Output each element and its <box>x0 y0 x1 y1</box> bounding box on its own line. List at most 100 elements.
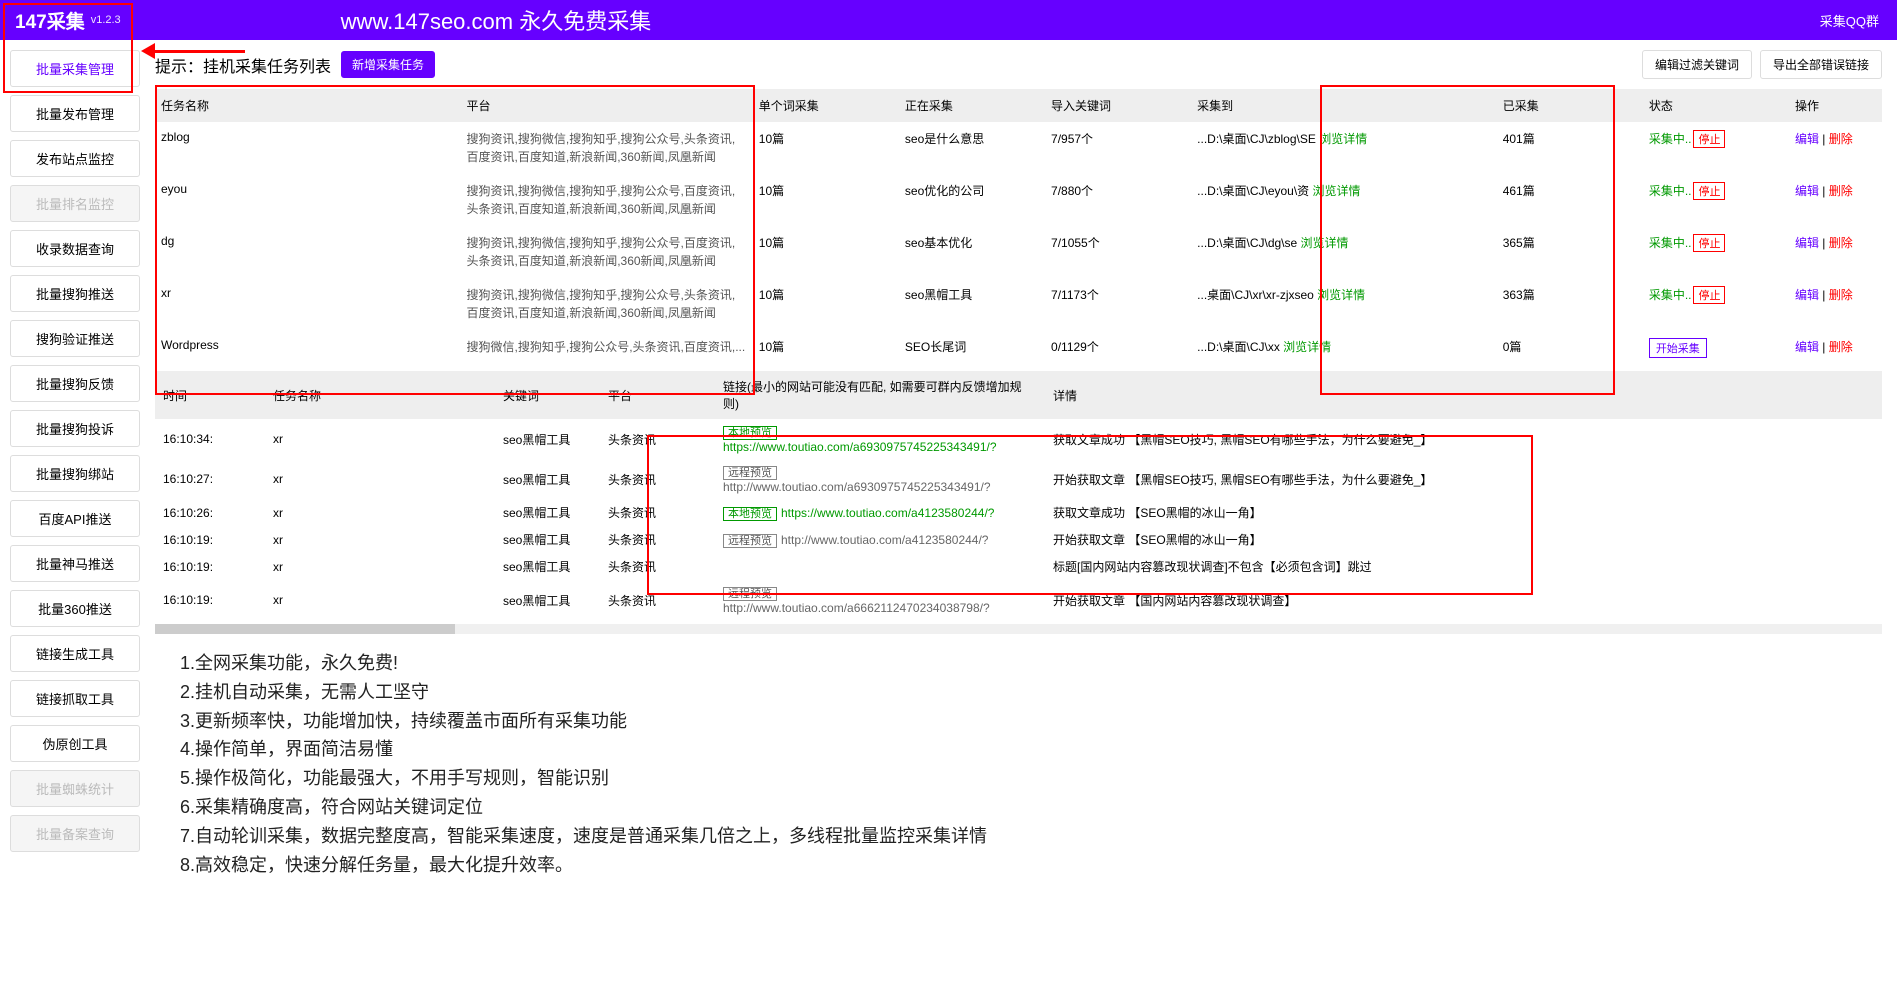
feature-item: 6.采集精确度高，符合网站关键词定位 <box>180 793 1882 822</box>
new-task-button[interactable]: 新增采集任务 <box>341 51 435 78</box>
log-platform: 头条资讯 <box>600 526 715 553</box>
log-scrollbar[interactable] <box>155 624 1882 634</box>
cell-platform: 搜狗资讯,搜狗微信,搜狗知乎,搜狗公众号,百度资讯,头条资讯,百度知道,新浪新闻… <box>461 226 753 278</box>
sidebar-item[interactable]: 收录数据查询 <box>10 230 140 267</box>
lcol-platform: 平台 <box>600 371 715 419</box>
log-time: 16:10:27: <box>155 459 265 499</box>
sidebar-item[interactable]: 批量采集管理 <box>10 50 140 87</box>
log-url[interactable]: https://www.toutiao.com/a4123580244/? <box>781 506 994 520</box>
log-task: xr <box>265 553 495 580</box>
sidebar-item[interactable]: 百度API推送 <box>10 500 140 537</box>
log-link: 远程预览http://www.toutiao.com/a693097574522… <box>715 459 1045 499</box>
log-time: 16:10:26: <box>155 499 265 526</box>
sidebar-item[interactable]: 批量搜狗反馈 <box>10 365 140 402</box>
sidebar-item[interactable]: 伪原创工具 <box>10 725 140 762</box>
cell-current: seo优化的公司 <box>899 174 1045 226</box>
delete-link[interactable]: 删除 <box>1829 288 1853 302</box>
log-task: xr <box>265 499 495 526</box>
tag-remote: 远程预览 <box>723 587 777 601</box>
delete-link[interactable]: 删除 <box>1829 132 1853 146</box>
task-row: Wordpress搜狗微信,搜狗知乎,搜狗公众号,头条资讯,百度资讯,...10… <box>155 330 1882 366</box>
log-keyword: seo黑帽工具 <box>495 499 600 526</box>
cell-action: 编辑 | 删除 <box>1789 330 1882 366</box>
edit-link[interactable]: 编辑 <box>1795 184 1819 198</box>
log-task: xr <box>265 459 495 499</box>
col-collected: 已采集 <box>1497 89 1643 122</box>
cell-dest: ...桌面\CJ\xr\xr-zjxseo 浏览详情 <box>1191 278 1497 330</box>
cell-collected: 363篇 <box>1497 278 1643 330</box>
stop-button[interactable]: 停止 <box>1693 130 1725 148</box>
lcol-keyword: 关键词 <box>495 371 600 419</box>
delete-link[interactable]: 删除 <box>1829 340 1853 354</box>
start-button[interactable]: 开始采集 <box>1649 338 1707 358</box>
cell-action: 编辑 | 删除 <box>1789 278 1882 330</box>
edit-link[interactable]: 编辑 <box>1795 132 1819 146</box>
log-url[interactable]: https://www.toutiao.com/a693097574522534… <box>723 440 997 454</box>
cell-action: 编辑 | 删除 <box>1789 122 1882 174</box>
log-keyword: seo黑帽工具 <box>495 553 600 580</box>
cell-action: 编辑 | 删除 <box>1789 226 1882 278</box>
edit-link[interactable]: 编辑 <box>1795 288 1819 302</box>
cell-dest: ...D:\桌面\CJ\dg\se 浏览详情 <box>1191 226 1497 278</box>
app-version: v1.2.3 <box>91 14 121 26</box>
sidebar-item[interactable]: 批量搜狗推送 <box>10 275 140 312</box>
col-current: 正在采集 <box>899 89 1045 122</box>
sidebar-item[interactable]: 批量发布管理 <box>10 95 140 132</box>
browse-link[interactable]: 浏览详情 <box>1301 236 1349 250</box>
log-keyword: seo黑帽工具 <box>495 459 600 499</box>
cell-status: 采集中..停止 <box>1643 278 1789 330</box>
cell-collected: 461篇 <box>1497 174 1643 226</box>
export-errors-button[interactable]: 导出全部错误链接 <box>1760 50 1882 79</box>
edit-link[interactable]: 编辑 <box>1795 340 1819 354</box>
log-platform: 头条资讯 <box>600 459 715 499</box>
log-url[interactable]: http://www.toutiao.com/a4123580244/? <box>781 533 988 547</box>
log-link: 本地预览https://www.toutiao.com/a4123580244/… <box>715 499 1045 526</box>
stop-button[interactable]: 停止 <box>1693 286 1725 304</box>
stop-button[interactable]: 停止 <box>1693 234 1725 252</box>
sidebar-item[interactable]: 发布站点监控 <box>10 140 140 177</box>
cell-status: 采集中..停止 <box>1643 226 1789 278</box>
sidebar-item[interactable]: 链接抓取工具 <box>10 680 140 717</box>
sidebar-item[interactable]: 批量360推送 <box>10 590 140 627</box>
sidebar-item[interactable]: 批量搜狗投诉 <box>10 410 140 447</box>
log-time: 16:10:19: <box>155 580 265 620</box>
feature-item: 3.更新频率快，功能增加快，持续覆盖市面所有采集功能 <box>180 707 1882 736</box>
sidebar-item[interactable]: 链接生成工具 <box>10 635 140 672</box>
cell-name: eyou <box>155 174 461 226</box>
log-url[interactable]: http://www.toutiao.com/a6930975745225343… <box>723 480 991 494</box>
log-url[interactable]: http://www.toutiao.com/a6662112470234038… <box>723 601 990 615</box>
log-row: 16:10:19:xrseo黑帽工具头条资讯远程预览http://www.tou… <box>155 580 1882 620</box>
cell-collected: 0篇 <box>1497 330 1643 366</box>
cell-single: 10篇 <box>753 330 899 366</box>
edit-link[interactable]: 编辑 <box>1795 236 1819 250</box>
qq-group-link[interactable]: 采集QQ群 <box>1820 11 1879 30</box>
sidebar-item[interactable]: 批量搜狗绑站 <box>10 455 140 492</box>
app-logo: 147采集 <box>15 7 85 34</box>
task-row: zblog搜狗资讯,搜狗微信,搜狗知乎,搜狗公众号,头条资讯,百度资讯,百度知道… <box>155 122 1882 174</box>
cell-import: 7/1055个 <box>1045 226 1191 278</box>
stop-button[interactable]: 停止 <box>1693 182 1725 200</box>
cell-current: seo黑帽工具 <box>899 278 1045 330</box>
filter-keywords-button[interactable]: 编辑过滤关键词 <box>1642 50 1752 79</box>
sidebar-item: 批量备案查询 <box>10 815 140 852</box>
delete-link[interactable]: 删除 <box>1829 236 1853 250</box>
log-platform: 头条资讯 <box>600 580 715 620</box>
log-detail: 开始获取文章 【SEO黑帽的冰山一角】 <box>1045 526 1882 553</box>
log-keyword: seo黑帽工具 <box>495 580 600 620</box>
task-table: 任务名称 平台 单个词采集 正在采集 导入关键词 采集到 已采集 状态 操作 z… <box>155 89 1882 366</box>
delete-link[interactable]: 删除 <box>1829 184 1853 198</box>
sidebar: 批量采集管理批量发布管理发布站点监控批量排名监控收录数据查询批量搜狗推送搜狗验证… <box>0 40 150 889</box>
browse-link[interactable]: 浏览详情 <box>1283 340 1331 354</box>
log-keyword: seo黑帽工具 <box>495 526 600 553</box>
sidebar-item[interactable]: 搜狗验证推送 <box>10 320 140 357</box>
lcol-detail: 详情 <box>1045 371 1882 419</box>
cell-collected: 401篇 <box>1497 122 1643 174</box>
feature-item: 8.高效稳定，快速分解任务量，最大化提升效率。 <box>180 851 1882 880</box>
browse-link[interactable]: 浏览详情 <box>1317 288 1365 302</box>
task-row: dg搜狗资讯,搜狗微信,搜狗知乎,搜狗公众号,百度资讯,头条资讯,百度知道,新浪… <box>155 226 1882 278</box>
sidebar-item[interactable]: 批量神马推送 <box>10 545 140 582</box>
browse-link[interactable]: 浏览详情 <box>1319 132 1367 146</box>
browse-link[interactable]: 浏览详情 <box>1313 184 1361 198</box>
cell-import: 0/1129个 <box>1045 330 1191 366</box>
status-running: 采集中.. <box>1649 236 1692 250</box>
